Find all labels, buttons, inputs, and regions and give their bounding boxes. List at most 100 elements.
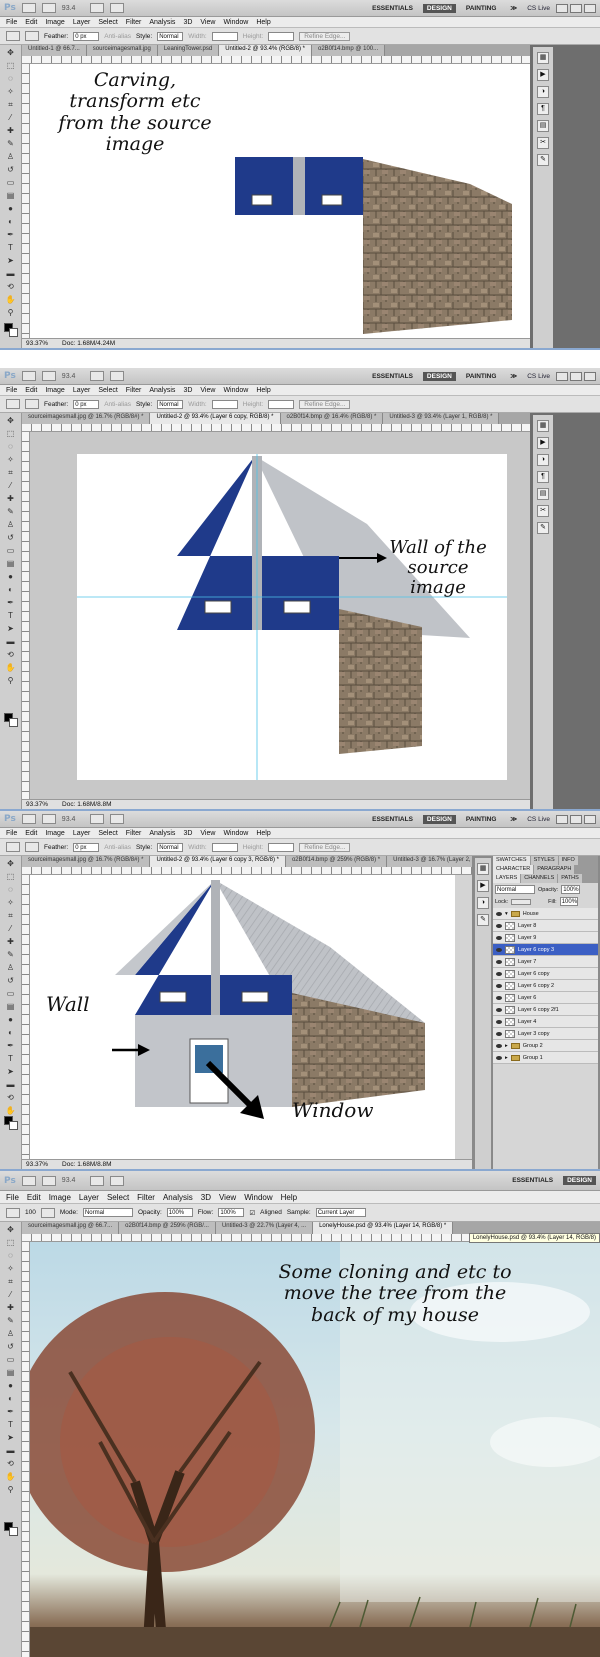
marquee-tool-icon[interactable]: ⬚	[5, 871, 16, 882]
clone-stamp-icon[interactable]: ♙	[5, 519, 16, 530]
layer-row[interactable]: Layer 6	[493, 992, 598, 1004]
eyedropper-icon[interactable]: ⁄	[5, 112, 16, 123]
close-icon[interactable]	[584, 814, 596, 824]
tab-info[interactable]: INFO	[558, 856, 578, 865]
gradient-icon[interactable]: ▤	[5, 558, 16, 569]
history-icon[interactable]: ▦	[537, 420, 549, 432]
menu-image[interactable]: Image	[45, 387, 64, 394]
aligned-checkbox[interactable]: ☑	[249, 1209, 255, 1217]
minimize-icon[interactable]	[556, 814, 568, 824]
more-workspaces[interactable]: ≫	[506, 3, 521, 13]
tab-channels[interactable]: CHANNELS	[521, 874, 558, 883]
pen-tool-icon[interactable]: ✒	[5, 1040, 16, 1051]
selection-mode-icon[interactable]	[25, 31, 39, 41]
type-tool-icon[interactable]: T	[5, 1419, 16, 1430]
blur-icon[interactable]: ●	[5, 1014, 16, 1025]
menu-filter[interactable]: Filter	[137, 1193, 155, 1202]
menu-help[interactable]: Help	[256, 830, 270, 837]
menu-select[interactable]: Select	[98, 19, 117, 26]
cs-live[interactable]: CS Live	[527, 816, 550, 823]
menu-select[interactable]: Select	[107, 1193, 129, 1202]
menu-help[interactable]: Help	[256, 19, 270, 26]
menu-layer[interactable]: Layer	[73, 19, 91, 26]
lock-icon[interactable]	[511, 898, 532, 905]
crop-tool-icon[interactable]: ⌗	[5, 99, 16, 110]
path-select-icon[interactable]: ➤	[5, 623, 16, 634]
menu-file[interactable]: File	[6, 387, 17, 394]
brush-preset-icon[interactable]: ✎	[477, 914, 489, 926]
visibility-eye-icon[interactable]	[496, 995, 502, 1000]
doc-tab[interactable]: o2B0f14.bmp @ 259% (RGB/8) *	[285, 856, 388, 867]
menu-edit[interactable]: Edit	[27, 1193, 41, 1202]
doc-tab[interactable]: o2B0f14.bmp @ 100...	[312, 45, 386, 56]
chevron-down-icon[interactable]: ▾	[505, 911, 508, 917]
3d-rotate-icon[interactable]: ⟲	[5, 649, 16, 660]
pen-tool-icon[interactable]: ✒	[5, 597, 16, 608]
width-input[interactable]	[211, 399, 238, 409]
dodge-icon[interactable]: ◐	[5, 1027, 16, 1038]
history-brush-icon[interactable]: ↺	[5, 1341, 16, 1352]
menu-edit[interactable]: Edit	[25, 19, 37, 26]
menu-edit[interactable]: Edit	[25, 830, 37, 837]
fill-input[interactable]: 100%	[559, 897, 579, 906]
status-zoom[interactable]: 93.37%	[26, 1161, 48, 1168]
healing-brush-icon[interactable]: ✚	[5, 936, 16, 947]
adjustments-icon[interactable]: ◑	[537, 454, 549, 466]
path-select-icon[interactable]: ➤	[5, 255, 16, 266]
menu-3d[interactable]: 3D	[183, 830, 192, 837]
brush-preset-icon[interactable]: ✎	[537, 154, 549, 166]
cs-live[interactable]: CS Live	[527, 5, 550, 12]
mode-select[interactable]: Normal	[82, 1208, 133, 1217]
tab-paths[interactable]: PATHS	[558, 874, 582, 883]
status-zoom[interactable]: 93.37%	[26, 340, 48, 347]
tab-layers[interactable]: LAYERS	[493, 874, 521, 883]
zoom-level[interactable]: 93.4	[62, 5, 84, 12]
status-zoom[interactable]: 93.37%	[26, 801, 48, 808]
type-tool-icon[interactable]: T	[5, 1053, 16, 1064]
minimize-icon[interactable]	[556, 3, 568, 13]
layer-row[interactable]: Layer 6 copy 2f1	[493, 1004, 598, 1016]
adjustments-icon[interactable]: ◑	[477, 897, 489, 909]
menu-image[interactable]: Image	[45, 19, 64, 26]
menu-edit[interactable]: Edit	[25, 387, 37, 394]
history-brush-icon[interactable]: ↺	[5, 532, 16, 543]
color-swatches[interactable]	[4, 1522, 18, 1536]
workspace-painting[interactable]: PAINTING	[462, 372, 501, 381]
workspace-painting[interactable]: PAINTING	[462, 815, 501, 824]
selection-mode-icon[interactable]	[25, 842, 39, 852]
doc-tab[interactable]: sourceimagesmall.jpg @ 66.7...	[22, 1222, 120, 1234]
zoom-level[interactable]: 93.4	[62, 1177, 84, 1184]
layer-row[interactable]: Layer 9	[493, 932, 598, 944]
menu-analysis[interactable]: Analysis	[149, 19, 175, 26]
move-tool-icon[interactable]: ✥	[5, 858, 16, 869]
close-icon[interactable]	[584, 3, 596, 13]
marquee-preset-icon[interactable]	[6, 399, 20, 409]
refine-edge-button[interactable]: Refine Edge...	[299, 842, 351, 852]
lasso-tool-icon[interactable]: ◌	[5, 884, 16, 895]
layer-group-house[interactable]: ▾ House	[493, 908, 598, 920]
tab-character[interactable]: CHARACTER	[493, 865, 534, 874]
healing-brush-icon[interactable]: ✚	[5, 1302, 16, 1313]
eraser-icon[interactable]: ▭	[5, 988, 16, 999]
healing-brush-icon[interactable]: ✚	[5, 125, 16, 136]
paragraph-icon[interactable]: ¶	[537, 103, 549, 115]
doc-tab[interactable]: Untitled-3 @ 22.7% (Layer 4, ...	[215, 1222, 314, 1234]
antialias-checkbox[interactable]: Anti-alias	[104, 33, 131, 40]
3d-rotate-icon[interactable]: ⟲	[5, 1458, 16, 1469]
menu-select[interactable]: Select	[98, 830, 117, 837]
workspace-design[interactable]: DESIGN	[563, 1176, 596, 1185]
zoom-tool-icon[interactable]: ⚲	[5, 307, 16, 318]
dodge-icon[interactable]: ◐	[5, 1393, 16, 1404]
zoom-tool-icon[interactable]: ⚲	[5, 675, 16, 686]
doc-tab[interactable]: Untitled-3 @ 93.4% (Layer 1, RGB/8) *	[383, 413, 500, 424]
workspace-essentials[interactable]: ESSENTIALS	[368, 815, 417, 824]
doc-tab[interactable]: sourceimagesmall.jpg	[86, 45, 158, 56]
path-select-icon[interactable]: ➤	[5, 1066, 16, 1077]
bridge-icon[interactable]	[21, 1175, 36, 1186]
feather-input[interactable]: 0 px	[73, 842, 100, 852]
3d-rotate-icon[interactable]: ⟲	[5, 1092, 16, 1103]
menu-help[interactable]: Help	[281, 1193, 297, 1202]
workspace-essentials[interactable]: ESSENTIALS	[368, 372, 417, 381]
pen-tool-icon[interactable]: ✒	[5, 229, 16, 240]
blend-mode-select[interactable]: Normal	[495, 885, 535, 894]
